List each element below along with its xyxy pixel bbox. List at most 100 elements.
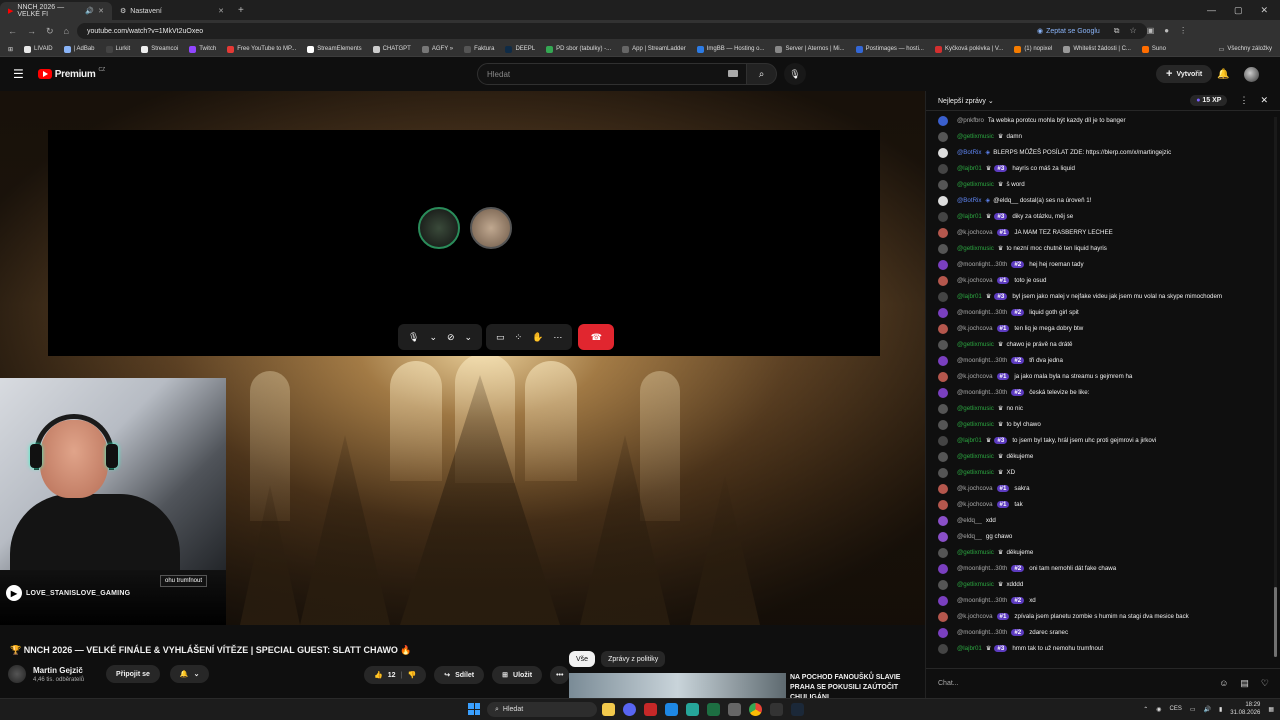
chat-author[interactable]: @moonlight...30th [957, 389, 1007, 396]
chat-avatar[interactable] [938, 580, 948, 590]
chat-message[interactable]: @lajbr01 ♛ #3 diky za otázku, měj se [926, 209, 1271, 225]
chat-avatar[interactable] [938, 148, 948, 158]
windows-start-icon[interactable] [468, 703, 480, 715]
battery-icon[interactable]: ▮ [1219, 706, 1222, 713]
chat-message[interactable]: @getlixmusic ♛ XD [926, 465, 1271, 481]
taskbar-search[interactable]: ⌕ Hledat [487, 702, 597, 717]
bookmark-item[interactable]: AGFY » [421, 45, 453, 53]
chat-author[interactable]: @getlixmusic [957, 245, 994, 252]
chat-avatar[interactable] [938, 164, 948, 174]
chat-message[interactable]: @moonlight...30th #2 tři dva jedna [926, 353, 1271, 369]
tab-settings[interactable]: ⚙ Nastavení ✕ [112, 2, 232, 20]
chat-avatar[interactable] [938, 324, 948, 334]
app-dark-icon[interactable] [770, 703, 783, 716]
chat-message[interactable]: @lajbr01 ♛ #3 to jsem byl taky, hrál jsem u… [926, 433, 1271, 449]
chat-avatar[interactable] [938, 468, 948, 478]
new-tab-button[interactable]: + [232, 5, 250, 16]
chat-author[interactable]: @getlixmusic [957, 341, 994, 348]
excel-icon[interactable] [707, 703, 720, 716]
apps-icon[interactable]: ⁘ [515, 332, 523, 343]
chat-author[interactable]: @getlixmusic [957, 581, 994, 588]
chat-author[interactable]: @k.jochcova [957, 277, 993, 284]
chat-avatar[interactable] [938, 340, 948, 350]
close-tab-icon[interactable]: ✕ [218, 7, 224, 15]
xp-badge[interactable]: ● 15 XP [1190, 95, 1228, 106]
chat-message[interactable]: @eldq__ xdd [926, 513, 1271, 529]
notification-settings-button[interactable]: 🔔 ⌄ [169, 665, 210, 683]
chat-avatar[interactable] [938, 548, 948, 558]
notifications-bell-icon[interactable]: 🔔 [1217, 69, 1229, 80]
chat-author[interactable]: @moonlight...30th [957, 309, 1007, 316]
chat-author[interactable]: @getlixmusic [957, 405, 994, 412]
account-avatar[interactable] [1244, 67, 1259, 82]
chat-author[interactable]: @k.jochcova [957, 485, 993, 492]
chat-avatar[interactable] [938, 132, 948, 142]
minimize-button[interactable]: — [1207, 5, 1216, 16]
chat-author[interactable]: @lajbr01 [957, 213, 982, 220]
chat-message[interactable]: @moonlight...30th #2 česká televize be lik… [926, 385, 1271, 401]
chat-message[interactable]: @k.jochcova #1 JA MAM TEZ RASBERRY LECHEE [926, 225, 1271, 241]
raise-hand-icon[interactable]: ✋ [532, 332, 543, 343]
youtube-premium-logo[interactable]: Premium CZ [37, 67, 105, 80]
chat-message[interactable]: @moonlight...30th #2 hej hej roeman tady [926, 257, 1271, 273]
chat-message[interactable]: @moonlight...30th #2 zdarec sranec [926, 625, 1271, 641]
bookmark-item[interactable]: (1) nopixel [1014, 45, 1052, 53]
chat-author[interactable]: @k.jochcova [957, 613, 993, 620]
chat-author[interactable]: @moonlight...30th [957, 261, 1007, 268]
chat-avatar[interactable] [938, 116, 948, 126]
forward-arrow-icon[interactable]: → [27, 26, 36, 37]
chat-avatar[interactable] [938, 628, 948, 638]
chat-scrollbar[interactable] [1274, 117, 1277, 657]
join-button[interactable]: Připojit se [106, 665, 160, 683]
more-options-icon[interactable]: ⋯ [553, 332, 562, 343]
chat-author[interactable]: @k.jochcova [957, 501, 993, 508]
chat-author[interactable]: @lajbr01 [957, 645, 982, 652]
chat-avatar[interactable] [938, 644, 948, 654]
url-field[interactable]: youtube.com/watch?v=1MkVt2uOxeo [76, 23, 1147, 39]
bookmark-item[interactable]: Streamcoi [141, 45, 178, 53]
chat-author[interactable]: @moonlight...30th [957, 597, 1007, 604]
app-red-icon[interactable] [644, 703, 657, 716]
chat-avatar[interactable] [938, 372, 948, 382]
heart-icon[interactable]: ♡ [1261, 678, 1269, 689]
chat-menu-icon[interactable]: ⋮ [1239, 95, 1248, 106]
chat-mode-dropdown[interactable]: Nejlepší zprávy ⌄ [938, 97, 994, 105]
chat-message[interactable]: @k.jochcova #1 tak [926, 497, 1271, 513]
tray-app-icon[interactable]: ◉ [1156, 706, 1161, 713]
microphone-icon[interactable]: 🎙 [408, 332, 419, 343]
apps-grid-icon[interactable]: ⊞ [8, 46, 13, 53]
language-indicator[interactable]: CES [1169, 706, 1181, 712]
chat-avatar[interactable] [938, 292, 948, 302]
chat-author[interactable]: @eldq__ [957, 517, 982, 524]
chat-avatar[interactable] [938, 596, 948, 606]
bookmark-item[interactable]: Suno [1141, 45, 1166, 53]
hamburger-menu-icon[interactable]: ☰ [13, 67, 24, 81]
chat-author[interactable]: @lajbr01 [957, 437, 982, 444]
chat-message[interactable]: @getlixmusic ♛ no nic [926, 401, 1271, 417]
chat-author[interactable]: @getlixmusic [957, 549, 994, 556]
network-icon[interactable]: ▭ [1190, 706, 1196, 713]
share-button[interactable]: ↪ Sdílet [434, 666, 485, 684]
chat-message[interactable]: @getlixmusic ♛ damn [926, 129, 1271, 145]
save-button[interactable]: ⊞ Uložit [492, 666, 543, 684]
chat-avatar[interactable] [938, 212, 948, 222]
chat-message[interactable]: @BotRix ◈ BLERPS MŮŽEŠ POSÍLAT ZDE: https:… [926, 145, 1271, 161]
chat-avatar[interactable] [938, 356, 948, 366]
chrome-icon[interactable] [749, 703, 762, 716]
chat-message[interactable]: @lajbr01 ♛ #3 byl jsem jako malej v nejfake… [926, 289, 1271, 305]
bookmark-item[interactable]: LIVAID [24, 45, 53, 53]
bookmark-item[interactable]: Lurkit [105, 45, 130, 53]
chat-author[interactable]: @getlixmusic [957, 421, 994, 428]
chat-avatar[interactable] [938, 564, 948, 574]
chat-message[interactable]: @moonlight...30th #2 xd [926, 593, 1271, 609]
chat-message[interactable]: @getlixmusic ♛ chawo je právě na drátě [926, 337, 1271, 353]
chat-author[interactable]: @getlixmusic [957, 469, 994, 476]
clock[interactable]: 18:29 31.08.2026 [1230, 701, 1260, 717]
chat-author[interactable]: @BotRix [957, 149, 982, 156]
camera-off-icon[interactable]: ⊘ [447, 332, 455, 343]
chat-avatar[interactable] [938, 244, 948, 254]
chat-avatar[interactable] [938, 452, 948, 462]
chat-avatar[interactable] [938, 484, 948, 494]
chat-avatar[interactable] [938, 516, 948, 526]
chat-author[interactable]: @moonlight...30th [957, 565, 1007, 572]
